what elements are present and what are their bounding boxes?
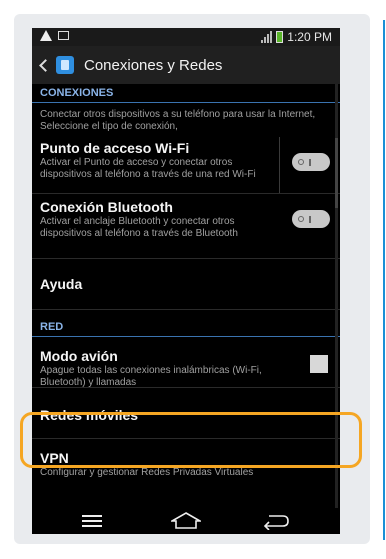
conexiones-description: Conectar otros dispositivos a su teléfon… bbox=[40, 109, 316, 132]
bluetooth-subtitle: Activar el anclaje Bluetooth y conectar … bbox=[40, 216, 238, 239]
airplane-mode-subtitle: Apague todas las conexiones inalámbricas… bbox=[40, 365, 262, 388]
navigation-bar bbox=[32, 508, 340, 534]
vpn-subtitle: Configurar y gestionar Redes Privadas Vi… bbox=[40, 467, 254, 478]
list-item-bluetooth[interactable]: Conexión Bluetooth Activar el anclaje Bl… bbox=[32, 194, 340, 259]
ayuda-title: Ayuda bbox=[40, 276, 83, 292]
list-item-airplane-mode[interactable]: Modo avión Apague todas las conexiones i… bbox=[32, 337, 340, 388]
airplane-mode-checkbox[interactable] bbox=[310, 355, 328, 373]
list-item-vpn[interactable]: VPN Configurar y gestionar Redes Privada… bbox=[32, 439, 340, 479]
image-icon bbox=[58, 31, 69, 40]
toggle-off-icon bbox=[298, 216, 304, 222]
home-icon[interactable] bbox=[171, 512, 201, 530]
back-arrow-icon[interactable] bbox=[261, 512, 291, 530]
status-time: 1:20 PM bbox=[287, 30, 332, 44]
battery-icon bbox=[276, 31, 284, 43]
settings-app-icon[interactable] bbox=[56, 56, 74, 74]
wifi-hotspot-toggle[interactable] bbox=[292, 153, 330, 171]
accent-line bbox=[383, 20, 385, 540]
signal-icon bbox=[261, 31, 273, 43]
section-header-red: RED bbox=[32, 318, 340, 337]
scrollbar-thumb[interactable] bbox=[335, 138, 338, 208]
toggle-bar-icon bbox=[309, 158, 311, 166]
list-item-ayuda[interactable]: Ayuda bbox=[32, 259, 340, 310]
status-bar: 1:20 PM bbox=[32, 28, 340, 46]
action-bar[interactable]: Conexiones y Redes bbox=[32, 46, 340, 84]
mobile-networks-title: Redes móviles bbox=[40, 407, 139, 423]
airplane-mode-title: Modo avión bbox=[40, 348, 118, 364]
list-item-wifi-hotspot[interactable]: Punto de acceso Wi-Fi Activar el Punto d… bbox=[32, 133, 340, 194]
page-title: Conexiones y Redes bbox=[84, 56, 223, 74]
toggle-bar-icon bbox=[309, 215, 311, 223]
row-divider bbox=[279, 137, 280, 193]
section-header-conexiones: CONEXIONES bbox=[32, 84, 340, 103]
back-chevron-icon[interactable] bbox=[39, 58, 52, 72]
wifi-hotspot-subtitle: Activar el Punto de acceso y conectar ot… bbox=[40, 157, 256, 180]
toggle-off-icon bbox=[298, 159, 304, 165]
bluetooth-title: Conexión Bluetooth bbox=[40, 199, 173, 215]
phone-screen: 1:20 PM Conexiones y Redes CONEXIONES Co… bbox=[32, 28, 340, 534]
warning-icon bbox=[40, 30, 52, 41]
menu-icon[interactable] bbox=[82, 515, 102, 530]
wifi-hotspot-title: Punto de acceso Wi-Fi bbox=[40, 140, 190, 156]
list-item-mobile-networks[interactable]: Redes móviles bbox=[32, 388, 340, 439]
vpn-title: VPN bbox=[40, 450, 69, 466]
settings-list[interactable]: CONEXIONES Conectar otros dispositivos a… bbox=[32, 84, 340, 508]
bluetooth-toggle[interactable] bbox=[292, 210, 330, 228]
